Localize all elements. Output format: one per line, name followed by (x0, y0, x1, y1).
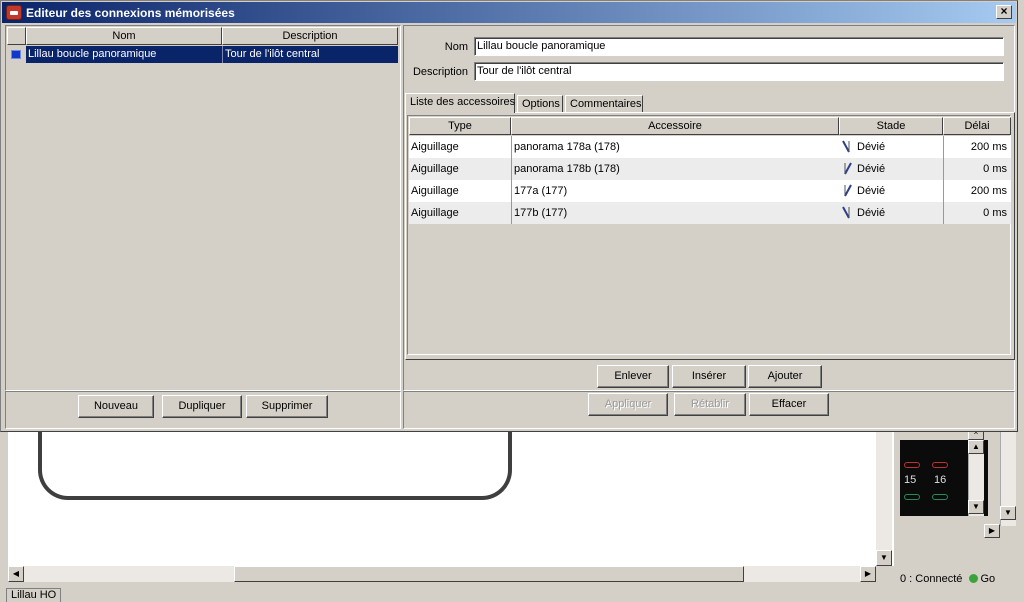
block-indicator (932, 494, 948, 500)
cell-state: Dévié (857, 163, 886, 175)
row-indicator-icon (11, 50, 21, 59)
name-field[interactable]: Lillau boucle panoramique (474, 37, 1004, 56)
cell-delay: 0 ms (943, 202, 1011, 224)
cell-accessory: 177b (177) (511, 202, 839, 224)
table-row[interactable]: Aiguillage 177b (177) Dévié 0 ms (409, 202, 1011, 224)
column-header-description[interactable]: Description (222, 27, 398, 45)
app-icon (6, 5, 22, 20)
connections-list[interactable]: Nom Description Lillau boucle panoramiqu… (5, 25, 401, 391)
block-indicator (904, 462, 920, 468)
dialog-title: Editeur des connexions mémorisées (26, 6, 235, 20)
description-field[interactable]: Tour de l'ilôt central (474, 62, 1004, 81)
scroll-up-icon[interactable]: ▲ (968, 440, 984, 454)
block-label: 15 (904, 474, 917, 486)
column-header-state[interactable]: Stade (839, 117, 943, 135)
cell-accessory: 177a (177) (511, 180, 839, 202)
status-dot-icon (969, 574, 979, 583)
canvas-vertical-scrollbar[interactable]: ▼ (876, 430, 892, 566)
cell-delay: 0 ms (943, 158, 1011, 180)
accessories-table[interactable]: Type Accessoire Stade Délai Aiguillage p… (407, 115, 1011, 355)
cell-accessory: panorama 178b (178) (511, 158, 839, 180)
close-button[interactable]: × (996, 5, 1012, 19)
cell-state: Dévié (857, 141, 886, 153)
remove-button[interactable]: Enlever (597, 365, 669, 388)
scroll-down-icon[interactable]: ▼ (968, 500, 984, 514)
restore-button[interactable]: Rétablir (674, 393, 746, 416)
block-indicator (932, 462, 948, 468)
switch-right-icon (844, 162, 852, 175)
column-header-type[interactable]: Type (409, 117, 511, 135)
connection-row-description[interactable]: Tour de l'ilôt central (222, 46, 398, 63)
cell-type: Aiguillage (411, 163, 459, 175)
connections-editor-dialog: Editeur des connexions mémorisées × Nom … (0, 0, 1018, 432)
canvas-horizontal-scrollbar[interactable]: ◀ ▶ (8, 566, 876, 582)
insert-button[interactable]: Insérer (672, 365, 746, 388)
scroll-down-icon[interactable]: ▼ (1000, 506, 1016, 520)
column-header-name[interactable]: Nom (26, 27, 222, 45)
delete-button[interactable]: Supprimer (246, 395, 328, 418)
name-label: Nom (444, 41, 468, 53)
column-header-accessory[interactable]: Accessoire (511, 117, 839, 135)
scroll-down-icon[interactable]: ▼ (876, 550, 892, 566)
switch-right-icon (844, 184, 852, 197)
scrollbar-thumb[interactable] (234, 566, 744, 582)
tab-comments[interactable]: Commentaires (565, 95, 643, 113)
block-label: 16 (934, 474, 947, 486)
scroll-left-icon[interactable]: ◀ (8, 566, 24, 582)
switch-left-icon (842, 140, 850, 153)
tab-options[interactable]: Options (517, 95, 563, 113)
cell-delay: 200 ms (943, 136, 1011, 158)
add-button[interactable]: Ajouter (748, 365, 822, 388)
cell-accessory: panorama 178a (178) (511, 136, 839, 158)
cell-delay: 200 ms (943, 180, 1011, 202)
block-indicator (904, 494, 920, 500)
duplicate-button[interactable]: Dupliquer (162, 395, 242, 418)
cell-type: Aiguillage (411, 207, 459, 219)
new-button[interactable]: Nouveau (78, 395, 154, 418)
block-scrollbar[interactable]: ▲ ▼ (968, 440, 984, 516)
connection-status: Connecté (915, 573, 963, 585)
clear-button[interactable]: Effacer (749, 393, 829, 416)
status-bar: 0 : Connecté Go (900, 573, 995, 585)
list-button-bar: Nouveau Dupliquer Supprimer (5, 391, 401, 429)
go-label[interactable]: Go (980, 573, 995, 585)
title-bar[interactable]: Editeur des connexions mémorisées × (2, 2, 1016, 23)
cell-state: Dévié (857, 185, 886, 197)
table-row[interactable]: Aiguillage 177a (177) Dévié 200 ms (409, 180, 1011, 202)
cell-type: Aiguillage (411, 141, 459, 153)
apply-button[interactable]: Appliquer (588, 393, 668, 416)
action-button-bar: Appliquer Rétablir Effacer (403, 391, 1015, 429)
connection-row-name[interactable]: Lillau boucle panoramique (26, 46, 222, 63)
list-header-marker (7, 27, 26, 45)
cell-type: Aiguillage (411, 185, 459, 197)
switch-left-icon (842, 206, 850, 219)
table-row[interactable]: Aiguillage panorama 178b (178) Dévié 0 m… (409, 158, 1011, 180)
status-prefix: 0 : (900, 573, 913, 585)
description-label: Description (412, 66, 468, 78)
scroll-right-icon[interactable]: ▶ (984, 524, 1000, 538)
track-loop (38, 420, 512, 500)
table-row[interactable]: Aiguillage panorama 178a (178) Dévié 200… (409, 136, 1011, 158)
cell-state: Dévié (857, 207, 886, 219)
column-header-delay[interactable]: Délai (943, 117, 1011, 135)
scroll-right-icon[interactable]: ▶ (860, 566, 876, 582)
tab-accessories-list[interactable]: Liste des accessoires (405, 93, 515, 113)
